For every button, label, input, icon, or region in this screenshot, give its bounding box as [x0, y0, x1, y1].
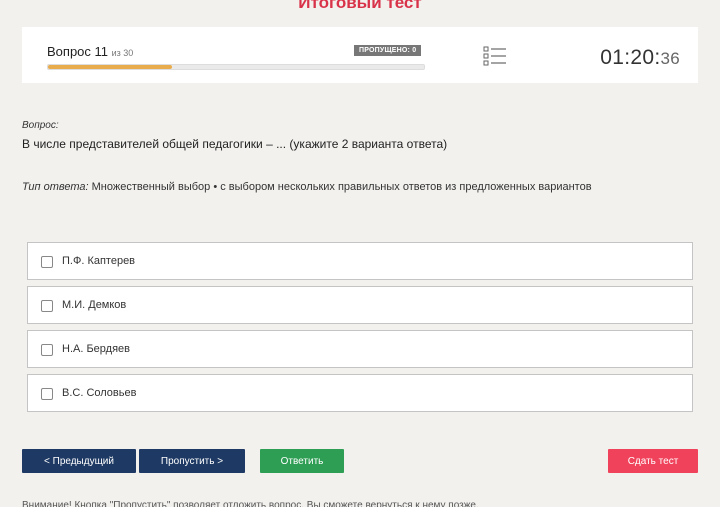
answer-button[interactable]: Ответить [260, 449, 344, 473]
countdown-timer: 01:20:36 [600, 46, 680, 69]
question-counter: Вопрос 11 из 30 [47, 44, 133, 59]
answer-type-text: Множественный выбор • с выбором нескольк… [88, 181, 592, 193]
status-card: Вопрос 11 из 30 ПРОПУЩЕНО: 0 01:20:36 [22, 27, 698, 83]
page-title: Итоговый тест [298, 0, 422, 12]
checkbox[interactable] [41, 256, 53, 268]
timer-main: 01:20 [600, 46, 655, 69]
checkbox[interactable] [41, 300, 53, 312]
answer-option-label: П.Ф. Каптерев [62, 255, 136, 267]
question-total: из 30 [111, 48, 134, 58]
progress-fill [48, 65, 173, 69]
question-label: Вопрос: [22, 120, 59, 131]
answer-option-label: В.С. Соловьев [62, 387, 137, 399]
previous-button[interactable]: < Предыдущий [22, 449, 136, 473]
question-number: Вопрос 11 [47, 44, 109, 59]
answer-option-label: Н.А. Бердяев [62, 343, 130, 355]
answer-option[interactable]: М.И. Демков [27, 286, 693, 324]
question-list-icon[interactable] [483, 46, 507, 66]
answer-option[interactable]: В.С. Соловьев [27, 374, 693, 412]
footer-note: Внимание! Кнопка "Пропустить" позволяет … [22, 500, 479, 507]
checkbox[interactable] [41, 344, 53, 356]
skipped-badge: ПРОПУЩЕНО: 0 [354, 45, 422, 56]
timer-seconds: 36 [660, 49, 680, 68]
submit-test-button[interactable]: Сдать тест [608, 449, 698, 473]
progress-bar [47, 64, 425, 70]
answer-option-label: М.И. Демков [62, 299, 127, 311]
question-text: В числе представителей общей педагогики … [22, 137, 448, 151]
answer-options: П.Ф. Каптерев М.И. Демков Н.А. Бердяев В… [27, 242, 693, 418]
checkbox[interactable] [41, 388, 53, 400]
answer-option[interactable]: П.Ф. Каптерев [27, 242, 693, 280]
answer-option[interactable]: Н.А. Бердяев [27, 330, 693, 368]
skip-button[interactable]: Пропустить > [139, 449, 245, 473]
answer-type: Тип ответа: Множественный выбор • с выбо… [22, 181, 592, 193]
answer-type-label: Тип ответа: [22, 181, 89, 193]
